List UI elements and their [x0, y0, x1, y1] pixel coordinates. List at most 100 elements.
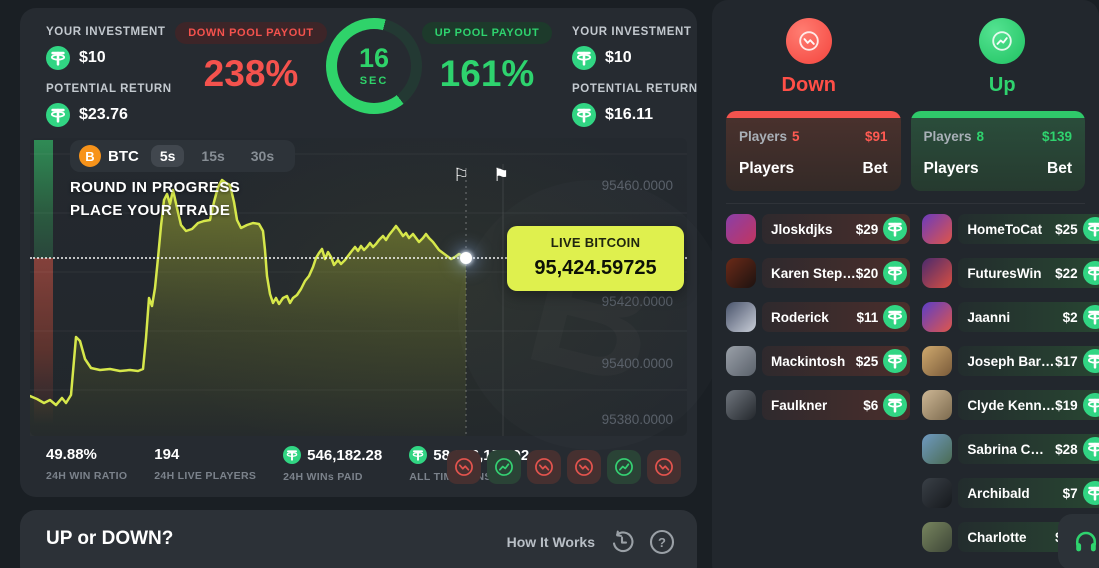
player-name: Karen Step… — [771, 265, 856, 281]
stat-block: 49.88% 24H WIN RATIO — [46, 446, 127, 483]
player-bet-pill: Sabrina C… $28 — [958, 434, 1099, 464]
player-bet-amount: $6 — [863, 397, 879, 413]
avatar — [726, 346, 756, 376]
player-bet-amount: $2 — [1062, 309, 1078, 325]
down-pool-card[interactable]: Players 5 $91 Players Bet — [726, 111, 901, 191]
live-badge-label: LIVE BITCOIN — [550, 235, 641, 250]
player-row: HomeToCat $25 — [922, 214, 1099, 244]
right-investment-block: YOUR INVESTMENT $10 POTENTIAL RETURN $16… — [572, 24, 702, 140]
avatar — [726, 214, 756, 244]
up-trend-icon — [979, 18, 1026, 64]
round-status: ROUND IN PROGRESS PLACE YOUR TRADE — [70, 176, 240, 222]
tether-icon — [883, 217, 908, 241]
potential-return-value: $23.76 — [79, 106, 128, 123]
stat-label: 24H WIN RATIO — [46, 470, 128, 482]
stat-block: 194 24H LIVE PLAYERS — [154, 446, 256, 483]
round-history-row — [447, 450, 681, 484]
player-row: Joseph Bar… $17 — [922, 346, 1099, 376]
down-card-topbar — [726, 111, 901, 118]
player-bet-amount: $11 — [856, 309, 879, 325]
player-row: Jaanni $2 — [922, 302, 1099, 332]
player-name: Sabrina C… — [967, 441, 1044, 457]
how-it-works-link[interactable]: How It Works — [507, 534, 595, 550]
investment-value: $10 — [79, 49, 106, 66]
live-price-value: 95,424.59725 — [534, 257, 657, 279]
avatar — [922, 302, 953, 332]
timeframe-tab-30s[interactable]: 30s — [242, 145, 283, 167]
avatar — [922, 434, 953, 464]
player-bet-amount: $22 — [1055, 265, 1078, 281]
history-icon[interactable] — [608, 528, 635, 555]
help-icon[interactable]: ? — [648, 528, 675, 555]
round-result-down[interactable] — [647, 450, 681, 484]
round-result-up[interactable] — [487, 450, 521, 484]
player-row: Sabrina C… $28 — [922, 434, 1099, 464]
player-row: FuturesWin $22 — [922, 258, 1099, 288]
avatar — [922, 478, 953, 508]
symbol-timeframe-bar: B BTC 5s 15s 30s — [70, 140, 296, 172]
tether-icon — [46, 46, 70, 70]
stat-value: 49.88% — [46, 446, 97, 463]
player-row: Archibald $7 — [922, 478, 1099, 508]
player-name: Roderick — [771, 309, 829, 325]
round-result-down[interactable] — [567, 450, 601, 484]
tether-icon — [883, 393, 908, 417]
down-pool-payout: 238% — [203, 53, 299, 94]
player-name: Jloskdjks — [771, 221, 833, 237]
up-label: Up — [988, 74, 1016, 96]
divider — [726, 203, 1085, 204]
tether-icon — [883, 305, 908, 329]
tether-icon — [283, 446, 302, 464]
up-pool-header[interactable]: Up — [906, 18, 1099, 97]
avatar — [922, 390, 953, 420]
status-line-1: ROUND IN PROGRESS — [70, 179, 241, 196]
avatar — [922, 258, 953, 288]
live-price-dot — [460, 252, 472, 264]
down-pool-badge: DOWN POOL PAYOUT — [175, 22, 327, 44]
round-start-flag-icon: ⚐ — [453, 165, 470, 185]
down-pool-header[interactable]: Down — [712, 18, 906, 97]
round-header: YOUR INVESTMENT $10 POTENTIAL RETURN $23… — [20, 8, 697, 132]
player-bet-pill: FuturesWin $22 — [958, 258, 1099, 288]
round-result-down[interactable] — [527, 450, 561, 484]
avatar — [922, 346, 953, 376]
down-pool-block: DOWN POOL PAYOUT 238% — [166, 22, 336, 95]
price-axis-label: 95460.0000 — [601, 178, 673, 193]
timeframe-tab-15s[interactable]: 15s — [192, 145, 233, 167]
svg-text:?: ? — [658, 535, 666, 550]
tether-icon — [1082, 261, 1099, 285]
player-bet-amount: $17 — [1055, 353, 1078, 369]
player-name: Joseph Bar… — [967, 353, 1055, 369]
tether-icon — [46, 103, 70, 127]
player-bet-amount: $7 — [1062, 485, 1078, 501]
round-result-up[interactable] — [607, 450, 641, 484]
avatar — [726, 258, 756, 288]
stat-block: 546,182.28 24H WINs PAID — [283, 446, 382, 483]
players-label: Players — [923, 129, 972, 144]
players-column-header: Players — [923, 160, 979, 177]
player-bet-amount: $20 — [855, 265, 879, 281]
headphones-icon — [1075, 531, 1097, 552]
player-bet-amount: $25 — [1055, 221, 1078, 237]
player-bet-pill: Clyde Kenn… $19 — [958, 390, 1099, 420]
player-name: Charlotte — [967, 529, 1027, 545]
timer-seconds: 16 — [358, 43, 390, 73]
player-bet-pill: HomeToCat $25 — [958, 214, 1099, 244]
down-pool-total: $91 — [864, 129, 888, 144]
avatar — [922, 214, 953, 244]
timeframe-tab-5s[interactable]: 5s — [150, 145, 185, 167]
potential-return-label: POTENTIAL RETURN — [572, 83, 698, 95]
up-players-count: 8 — [976, 129, 985, 144]
price-axis-label: 95400.0000 — [601, 356, 673, 371]
player-bet-pill: Jaanni $2 — [958, 302, 1099, 332]
investment-value: $10 — [605, 49, 632, 66]
up-or-down-bar: UP or DOWN? How It Works ? — [20, 510, 697, 568]
player-bet-pill: Faulkner $6 — [762, 390, 911, 420]
down-trend-icon — [785, 18, 832, 64]
round-result-down[interactable] — [447, 450, 481, 484]
stat-label: 24H WINs PAID — [283, 471, 363, 483]
price-axis-label: 95420.0000 — [601, 294, 673, 309]
tether-icon — [883, 261, 908, 285]
support-chat-button[interactable] — [1058, 514, 1099, 568]
up-pool-card[interactable]: Players 8 $139 Players Bet — [910, 111, 1085, 191]
